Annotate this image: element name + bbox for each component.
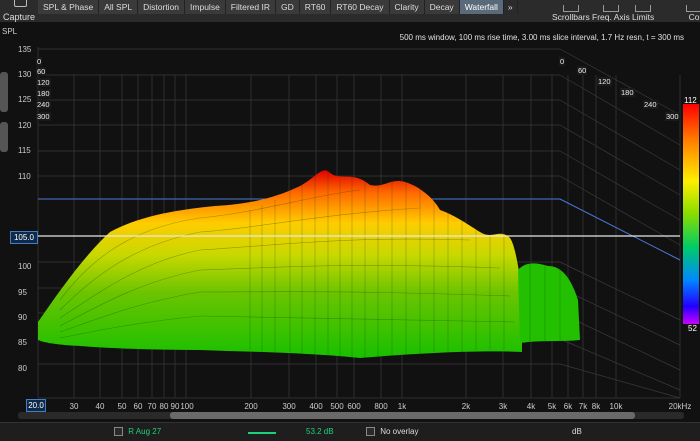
time-label: 60 xyxy=(577,66,588,75)
capture-label: Capture xyxy=(2,12,36,22)
toolbar: Capture SPL & Phase All SPL Distortion I… xyxy=(0,0,700,22)
scrollbars-button[interactable]: Scrollbars xyxy=(552,0,590,22)
x-tick: 4k xyxy=(526,402,536,411)
y-tick: 120 xyxy=(18,121,32,130)
y-tick: 95 xyxy=(18,288,27,297)
y-tick: 135 xyxy=(18,45,32,54)
controls-button[interactable]: Co xyxy=(686,0,700,22)
freq-axis-icon xyxy=(602,5,619,12)
measurement-name: R Aug 27 xyxy=(128,427,162,436)
overlay-label: No overlay xyxy=(380,427,419,436)
status-bar: R Aug 27 53.2 dB No overlay dB xyxy=(0,422,700,441)
waterfall-info: 500 ms window, 100 ms rise time, 3.00 ms… xyxy=(399,33,684,42)
measurement-toggle[interactable]: R Aug 27 xyxy=(114,427,162,437)
x-tick: 5k xyxy=(547,402,557,411)
horizontal-scroll-thumb[interactable] xyxy=(170,412,635,419)
time-label: 240 xyxy=(643,100,658,109)
freq-axis-button[interactable]: Freq. Axis xyxy=(592,0,630,22)
camera-icon xyxy=(14,0,27,7)
time-label: 120 xyxy=(36,78,51,87)
x-tick: 50 xyxy=(117,402,127,411)
time-label: 0 xyxy=(36,57,43,66)
freq-axis-label: Freq. Axis xyxy=(592,12,630,22)
y-tick: 125 xyxy=(18,95,32,104)
measurement-trace-swatch xyxy=(248,432,276,434)
time-label: 300 xyxy=(36,112,51,121)
x-tick: 300 xyxy=(282,402,296,411)
waterfall-svg xyxy=(37,47,699,399)
tab-clarity[interactable]: Clarity xyxy=(389,0,425,14)
x-tick: 500 xyxy=(330,402,344,411)
x-tick: 600 xyxy=(347,402,361,411)
tab-rt60[interactable]: RT60 xyxy=(299,0,332,14)
x-tick: 200 xyxy=(244,402,258,411)
vertical-scroll-thumb[interactable] xyxy=(0,72,8,112)
measurement-checkbox[interactable] xyxy=(114,427,123,437)
tab-gd[interactable]: GD xyxy=(276,0,300,14)
tab-spl-phase[interactable]: SPL & Phase xyxy=(38,0,100,14)
waterfall-plot[interactable]: SPL 500 ms window, 100 ms rise time, 3.0… xyxy=(0,22,700,422)
time-label: 300 xyxy=(665,112,680,121)
tab-rt60-decay[interactable]: RT60 Decay xyxy=(331,0,390,14)
x-tick: 90 xyxy=(170,402,180,411)
overlay-toggle[interactable]: No overlay xyxy=(366,427,419,437)
x-tick: 10k xyxy=(609,402,623,411)
y-tick: 115 xyxy=(18,146,31,155)
x-start-value[interactable]: 20.0 xyxy=(26,399,46,412)
tab-distortion[interactable]: Distortion xyxy=(138,0,186,14)
y-tick: 90 xyxy=(18,313,27,322)
measurement-value: 53.2 dB xyxy=(306,427,334,436)
capture-button[interactable]: Capture xyxy=(0,0,38,22)
x-tick: 3k xyxy=(498,402,508,411)
x-tick: 80 xyxy=(159,402,169,411)
tab-filtered-ir[interactable]: Filtered IR xyxy=(225,0,277,14)
x-tick: 40 xyxy=(95,402,105,411)
x-tick: 60 xyxy=(133,402,143,411)
x-tick: 8k xyxy=(591,402,601,411)
tab-bar: SPL & Phase All SPL Distortion Impulse F… xyxy=(38,0,518,14)
time-label: 0 xyxy=(559,57,566,66)
tab-decay[interactable]: Decay xyxy=(424,0,460,14)
y-axis-label: SPL xyxy=(2,27,18,36)
tab-waterfall[interactable]: Waterfall xyxy=(459,0,504,14)
x-tick: 6k xyxy=(563,402,573,411)
more-tabs-button[interactable]: » xyxy=(503,0,518,14)
y-tick: 100 xyxy=(18,262,32,271)
vertical-scroll-thumb-lower[interactable] xyxy=(0,122,8,152)
x-tick: 2k xyxy=(461,402,471,411)
limits-button[interactable]: Limits xyxy=(632,0,654,22)
x-tick: 7k xyxy=(578,402,588,411)
x-tick: 70 xyxy=(147,402,157,411)
x-tick: 20kHz xyxy=(668,402,692,411)
tab-all-spl[interactable]: All SPL xyxy=(99,0,139,14)
time-label: 180 xyxy=(620,88,635,97)
colorbar-max: 112 xyxy=(684,96,697,105)
color-scale-bar xyxy=(683,104,699,324)
x-tick: 800 xyxy=(374,402,388,411)
scrollbars-label: Scrollbars xyxy=(552,12,590,22)
controls-label: Co xyxy=(688,12,700,22)
y-tick: 110 xyxy=(18,172,31,181)
time-label: 120 xyxy=(597,77,612,86)
limits-label: Limits xyxy=(632,12,655,22)
x-tick: 400 xyxy=(309,402,323,411)
x-tick: 100 xyxy=(180,402,194,411)
waterfall-surface xyxy=(38,170,580,358)
tab-impulse[interactable]: Impulse xyxy=(185,0,226,14)
y-tick: 85 xyxy=(18,338,27,347)
scrollbars-icon xyxy=(562,5,579,12)
time-label: 240 xyxy=(36,100,51,109)
y-tick: 130 xyxy=(18,70,32,79)
x-tick: 30 xyxy=(69,402,79,411)
x-tick: 1k xyxy=(397,402,407,411)
controls-icon xyxy=(686,5,700,12)
limits-icon xyxy=(635,5,652,12)
unit-label: dB xyxy=(572,427,582,436)
y-tick: 80 xyxy=(18,364,27,373)
time-label: 180 xyxy=(36,89,51,98)
colorbar-min: 52 xyxy=(688,324,697,333)
time-label: 60 xyxy=(36,67,47,76)
y-marker-value[interactable]: 105.0 xyxy=(10,231,38,244)
overlay-checkbox[interactable] xyxy=(366,427,375,437)
